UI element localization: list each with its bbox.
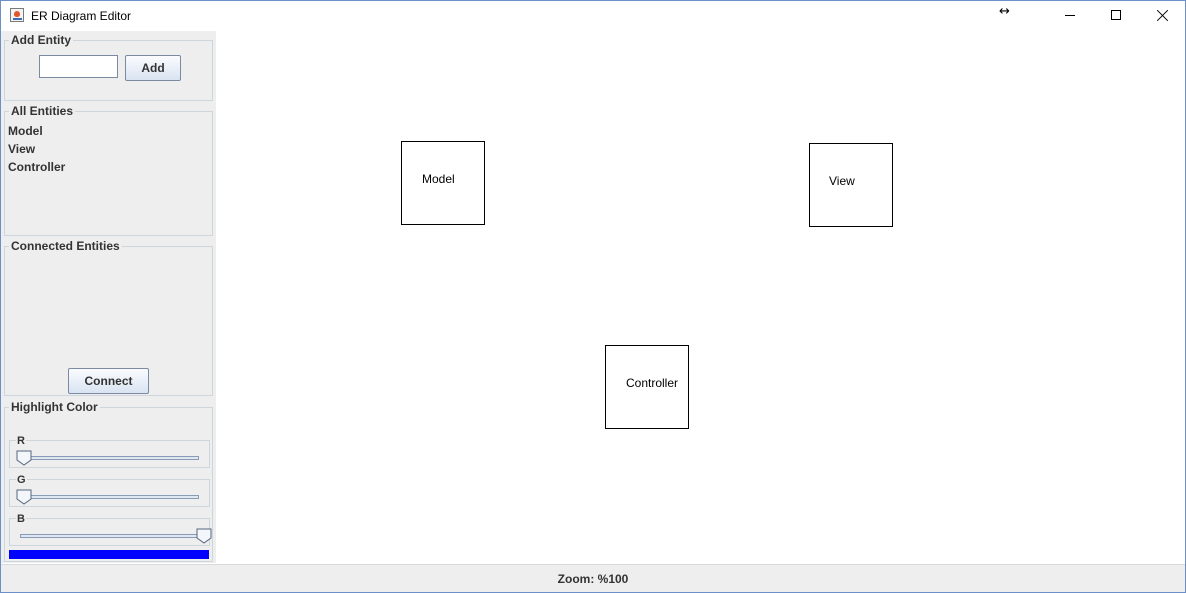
title-bar[interactable]: ER Diagram Editor ↔ [1, 1, 1185, 31]
all-entities-title: All Entities [9, 104, 76, 118]
blue-slider-thumb[interactable] [196, 528, 212, 544]
maximize-icon [1111, 10, 1121, 20]
add-entity-panel: Add Entity Add [4, 33, 213, 101]
window-title: ER Diagram Editor [31, 9, 132, 23]
green-slider-group: G [9, 474, 210, 507]
highlight-color-title: Highlight Color [9, 400, 100, 414]
red-slider-group: R [9, 435, 210, 468]
add-entity-button[interactable]: Add [125, 55, 181, 81]
all-entities-list: Model View Controller [8, 123, 65, 177]
green-slider-label: G [16, 474, 27, 486]
list-item[interactable]: View [8, 141, 65, 159]
entity-label-model: Model [422, 172, 455, 186]
list-item[interactable]: Controller [8, 159, 65, 177]
status-bar: Zoom: %100 [1, 564, 1185, 592]
zoom-level: Zoom: %100 [557, 572, 629, 586]
app-window: ER Diagram Editor ↔ Add Entity Add All E… [0, 0, 1186, 593]
green-slider-thumb[interactable] [16, 489, 32, 505]
add-entity-title: Add Entity [9, 33, 73, 47]
horizontal-resize-icon: ↔ [999, 4, 1010, 19]
red-slider-track[interactable] [20, 456, 199, 460]
color-preview-swatch [9, 550, 209, 559]
sidebar: Add Entity Add All Entities Model View C… [1, 31, 216, 563]
blue-slider-label: B [16, 513, 26, 525]
entity-label-view: View [829, 174, 855, 188]
close-icon [1156, 9, 1169, 22]
connected-entities-panel: Connected Entities Connect [4, 239, 213, 396]
green-slider-track[interactable] [20, 495, 199, 499]
connected-entities-title: Connected Entities [9, 239, 122, 253]
minimize-button[interactable] [1047, 1, 1093, 31]
connect-button[interactable]: Connect [68, 368, 149, 394]
diagram-canvas[interactable]: Model View Controller [217, 31, 1185, 564]
highlight-color-panel: Highlight Color R G B [4, 400, 213, 562]
java-cup-icon [10, 8, 24, 22]
entity-name-input[interactable] [39, 55, 118, 78]
list-item[interactable]: Model [8, 123, 65, 141]
all-entities-panel: All Entities Model View Controller [4, 104, 213, 236]
red-slider-thumb[interactable] [16, 450, 32, 466]
minimize-icon [1065, 15, 1075, 16]
close-button[interactable] [1139, 1, 1185, 31]
maximize-button[interactable] [1093, 1, 1139, 31]
entity-label-controller: Controller [626, 376, 679, 390]
red-slider-label: R [16, 435, 26, 447]
blue-slider-track[interactable] [20, 534, 199, 538]
blue-slider-group: B [9, 513, 212, 546]
